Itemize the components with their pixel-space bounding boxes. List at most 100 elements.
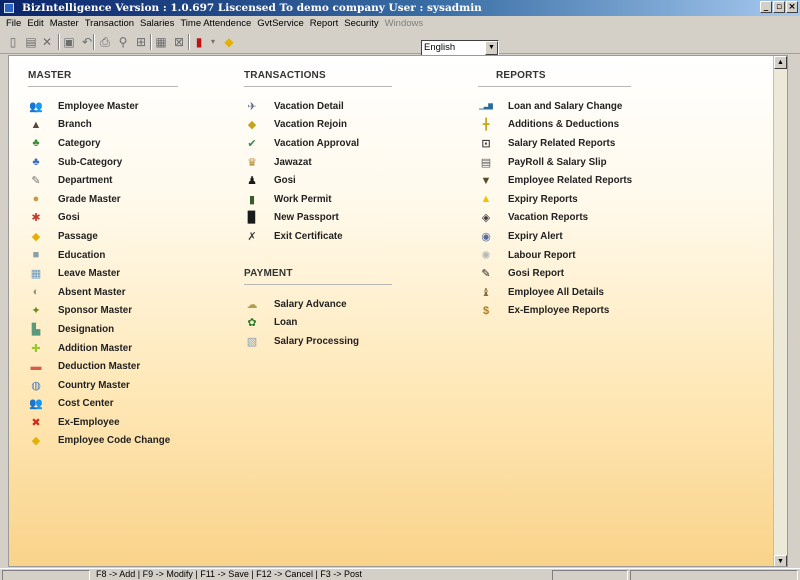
scroll-down-icon[interactable]: ▼: [774, 555, 787, 566]
reports-item-loan-and-salary-change[interactable]: ▁▃▇ Loan and Salary Change: [478, 97, 631, 116]
payment-item-salary-advance[interactable]: ☁ Salary Advance: [244, 295, 392, 314]
transactions-item-vacation-approval[interactable]: ✔ Vacation Approval: [244, 134, 392, 153]
master-item-gosi[interactable]: ✱ Gosi: [28, 209, 178, 228]
reports-item-labour-report[interactable]: ✺ Labour Report: [478, 246, 631, 265]
menu-windows[interactable]: Windows: [382, 18, 427, 29]
transactions-section: TRANSACTIONS ✈ Vacation Detail ◆ Vacation R…: [244, 70, 392, 246]
master-item-passage[interactable]: ◆ Passage: [28, 227, 178, 246]
master-item-designation[interactable]: ▙ Designation: [28, 320, 178, 339]
grade-icon: ●: [32, 193, 40, 206]
reports-item-expiry-reports[interactable]: ▲ Expiry Reports: [478, 190, 631, 209]
employee-details-icon: ♝: [481, 286, 491, 299]
transactions-item-exit-certificate[interactable]: ✗ Exit Certificate: [244, 227, 392, 246]
additions-deductions-icon: ╋: [482, 119, 490, 132]
minimize-button[interactable]: _: [760, 1, 772, 13]
undo-icon[interactable]: ↶: [80, 35, 94, 49]
status-cell-mid: [552, 570, 628, 580]
menu-file[interactable]: File: [3, 18, 24, 29]
employees-icon: 👥: [29, 100, 43, 113]
transactions-item-gosi[interactable]: ♟ Gosi: [244, 171, 392, 190]
master-item-addition-master[interactable]: ✚ Addition Master: [28, 339, 178, 358]
master-item-branch[interactable]: ▲ Branch: [28, 116, 178, 135]
filter-icon[interactable]: ⊞: [134, 35, 148, 49]
loan-icon: ✿: [247, 317, 257, 330]
master-item-category[interactable]: ♣ Category: [28, 134, 178, 153]
toolbar-separator: [188, 34, 190, 50]
master-item-deduction-master[interactable]: ▬ Deduction Master: [28, 357, 178, 376]
cancel-edit-icon[interactable]: ⊠: [172, 35, 186, 49]
dropdown-arrow-icon[interactable]: ▾: [206, 35, 220, 49]
master-item-grade-master[interactable]: ● Grade Master: [28, 190, 178, 209]
transactions-item-vacation-detail[interactable]: ✈ Vacation Detail: [244, 97, 392, 116]
transactions-item-jawazat[interactable]: ♛ Jawazat: [244, 153, 392, 172]
menu-gvtservice[interactable]: GvtService: [254, 18, 306, 29]
reports-item-salary-related-reports[interactable]: ⊡ Salary Related Reports: [478, 134, 631, 153]
transactions-item-new-passport[interactable]: ▉ New Passport: [244, 209, 392, 228]
transactions-item-work-permit[interactable]: ▮ Work Permit: [244, 190, 392, 209]
transactions-item-label: Vacation Approval: [274, 137, 360, 149]
master-item-label: Branch: [58, 119, 92, 131]
reports-item-additions-deductions[interactable]: ╋ Additions & Deductions: [478, 116, 631, 135]
scroll-up-icon[interactable]: ▲: [774, 56, 787, 69]
master-item-leave-master[interactable]: ▦ Leave Master: [28, 264, 178, 283]
master-item-absent-master[interactable]: ◐ Absent Master: [28, 283, 178, 302]
payment-item-salary-processing[interactable]: ▧ Salary Processing: [244, 332, 392, 351]
menu-transaction[interactable]: Transaction: [82, 18, 137, 29]
reports-section: REPORTS ▁▃▇ Loan and Salary Change ╋ Additi…: [478, 70, 633, 321]
delete-x-icon[interactable]: ✕: [40, 35, 54, 49]
restore-button[interactable]: ▫: [773, 1, 785, 13]
save-disk-icon[interactable]: ▣: [62, 35, 76, 49]
menu-master[interactable]: Master: [47, 18, 82, 29]
reports-item-expiry-alert[interactable]: ◉ Expiry Alert: [478, 227, 631, 246]
payment-item-loan[interactable]: ✿ Loan: [244, 314, 392, 333]
addition-icon: ✚: [31, 342, 41, 355]
master-item-education[interactable]: ■ Education: [28, 246, 178, 265]
vertical-scrollbar[interactable]: ▲ ▼: [773, 56, 787, 566]
reports-item-ex-employee-reports[interactable]: $ Ex-Employee Reports: [478, 302, 631, 321]
master-item-ex-employee[interactable]: ✖ Ex-Employee: [28, 413, 178, 432]
master-item-country-master[interactable]: ◍ Country Master: [28, 376, 178, 395]
menu-edit[interactable]: Edit: [24, 18, 46, 29]
master-item-cost-center[interactable]: 👥 Cost Center: [28, 395, 178, 414]
menu-salaries[interactable]: Salaries: [137, 18, 177, 29]
master-item-department[interactable]: ✎ Department: [28, 171, 178, 190]
preview-icon[interactable]: ▦: [154, 35, 168, 49]
language-select-value: English: [424, 42, 456, 53]
reports-item-employee-related-reports[interactable]: ▼ Employee Related Reports: [478, 171, 633, 190]
reports-item-vacation-reports[interactable]: ◈ Vacation Reports: [478, 209, 631, 228]
transactions-item-vacation-rejoin[interactable]: ◆ Vacation Rejoin: [244, 116, 392, 135]
master-item-label: Addition Master: [58, 342, 133, 354]
passage-icon: ◆: [31, 230, 41, 243]
exit-certificate-icon: ✗: [247, 230, 257, 243]
title-bar: BizIntelligence Version : 1.0.697 Liscen…: [0, 0, 800, 16]
find-binoculars-icon[interactable]: ⚲: [116, 35, 130, 49]
reports-item-employee-all-details[interactable]: ♝ Employee All Details: [478, 283, 631, 302]
transactions-item-label: Exit Certificate: [274, 230, 343, 242]
master-item-employee-code-change[interactable]: ◆ Employee Code Change: [28, 432, 178, 451]
exit-door-icon[interactable]: ▮: [192, 35, 206, 49]
new-document-icon[interactable]: ▯: [6, 35, 20, 49]
reports-item-label: Expiry Alert: [508, 230, 563, 242]
print-icon[interactable]: ⎙: [98, 35, 112, 49]
menu-report[interactable]: Report: [307, 18, 342, 29]
chevron-down-icon[interactable]: ▼: [485, 41, 498, 55]
language-select[interactable]: English ▼: [421, 40, 499, 56]
master-item-sub-category[interactable]: ♣ Sub-Category: [28, 153, 178, 172]
master-item-employee-master[interactable]: 👥 Employee Master: [28, 97, 178, 116]
status-cell-right: [630, 570, 798, 580]
menu-time-attendence[interactable]: Time Attendence: [177, 18, 254, 29]
reports-item-gosi-report[interactable]: ✎ Gosi Report: [478, 264, 631, 283]
work-permit-icon: ▮: [248, 193, 256, 206]
master-item-sponsor-master[interactable]: ✦ Sponsor Master: [28, 302, 178, 321]
help-icon[interactable]: ◆: [222, 35, 236, 49]
reports-item-label: Loan and Salary Change: [508, 100, 623, 112]
reports-item-payroll-salary-slip[interactable]: ▤ PayRoll & Salary Slip: [478, 153, 631, 172]
menu-security[interactable]: Security: [341, 18, 381, 29]
master-item-label: Designation: [58, 323, 115, 335]
master-item-label: Cost Center: [58, 398, 114, 410]
close-button[interactable]: ×: [786, 1, 798, 13]
transactions-list: ✈ Vacation Detail ◆ Vacation Rejoin ✔ Vacatio…: [244, 97, 392, 246]
master-item-label: Category: [58, 137, 101, 149]
master-item-label: Employee Master: [58, 100, 139, 112]
open-folder-icon[interactable]: ▤: [24, 35, 38, 49]
